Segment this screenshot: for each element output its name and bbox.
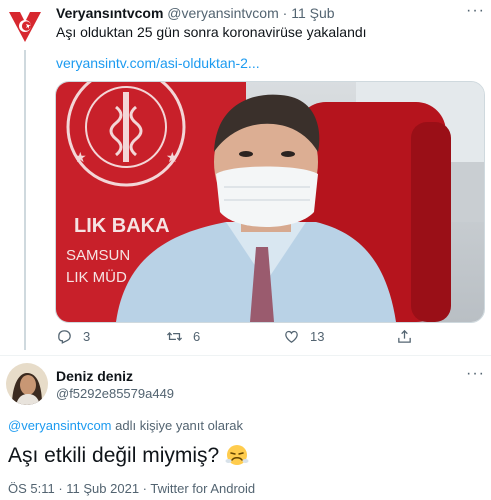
- heart-icon: [285, 330, 298, 343]
- reply-author-handle[interactable]: @f5292e85579a449: [56, 386, 174, 401]
- tweet-header: Veryansıntvcom @veryansintvcom · 11 Şub: [56, 5, 335, 21]
- like-action[interactable]: 13: [283, 328, 324, 345]
- retweet-action[interactable]: 6: [166, 328, 200, 345]
- divider: [0, 355, 491, 356]
- tweet-author-handle[interactable]: @veryansintvcom: [167, 5, 278, 21]
- retweet-icon: [166, 332, 183, 341]
- thread-connector-line: [24, 50, 26, 350]
- reply-text-content: Aşı etkili değil miymiş?: [8, 444, 220, 467]
- replying-to-label: adlı kişiye yanıt olarak: [111, 418, 244, 433]
- tweet-author-name[interactable]: Veryansıntvcom: [56, 5, 163, 21]
- header-separator: ·: [282, 5, 288, 21]
- media-sign-line-2: SAMSUN: [66, 247, 130, 264]
- svg-text:★: ★: [74, 150, 87, 166]
- reply-avatar-photo: [6, 363, 48, 405]
- reply-icon: [58, 330, 71, 344]
- retweet-count: 6: [193, 329, 201, 344]
- share-action[interactable]: [396, 328, 413, 345]
- reply-author-name[interactable]: Deniz deniz: [56, 368, 133, 384]
- tweet-text: Aşı olduktan 25 gün sonra koronavirüse y…: [56, 24, 367, 40]
- media-sign-line-1: LIK BAKA: [74, 215, 170, 237]
- tweet-link[interactable]: veryansintv.com/asi-olduktan-2...: [56, 55, 260, 71]
- tweet-date[interactable]: 11 Şub: [291, 5, 334, 21]
- reply-more-button[interactable]: ···: [466, 365, 485, 383]
- replying-to-line: @veryansintvcom adlı kişiye yanıt olarak: [8, 418, 243, 433]
- reply-action[interactable]: 3: [56, 328, 90, 345]
- tweet-media-image[interactable]: ★ ★ LIK BAKA SAMSUN LIK MÜD: [55, 81, 485, 323]
- media-sign-line-3: LIK MÜD: [66, 268, 127, 286]
- steam-face-emoji-icon: [225, 442, 249, 466]
- share-icon: [398, 329, 411, 343]
- replying-to-mention[interactable]: @veryansintvcom: [8, 418, 112, 433]
- reply-timestamp-source[interactable]: ÖS 5:11 · 11 Şub 2021 · Twitter for Andr…: [8, 481, 255, 496]
- tweet-more-button[interactable]: ···: [466, 2, 485, 20]
- svg-text:★: ★: [166, 150, 179, 166]
- veryansin-logo-icon: [9, 12, 41, 42]
- reply-text: Aşı etkili değil miymiş?: [8, 442, 249, 468]
- media-photo: ★ ★ LIK BAKA SAMSUN LIK MÜD: [56, 82, 484, 322]
- like-count: 13: [310, 329, 325, 344]
- reply-count: 3: [83, 329, 91, 344]
- veryansin-logo-avatar[interactable]: [6, 8, 44, 46]
- avatar[interactable]: [6, 363, 48, 405]
- tweet-actions-bar: 3 6 13: [56, 328, 476, 348]
